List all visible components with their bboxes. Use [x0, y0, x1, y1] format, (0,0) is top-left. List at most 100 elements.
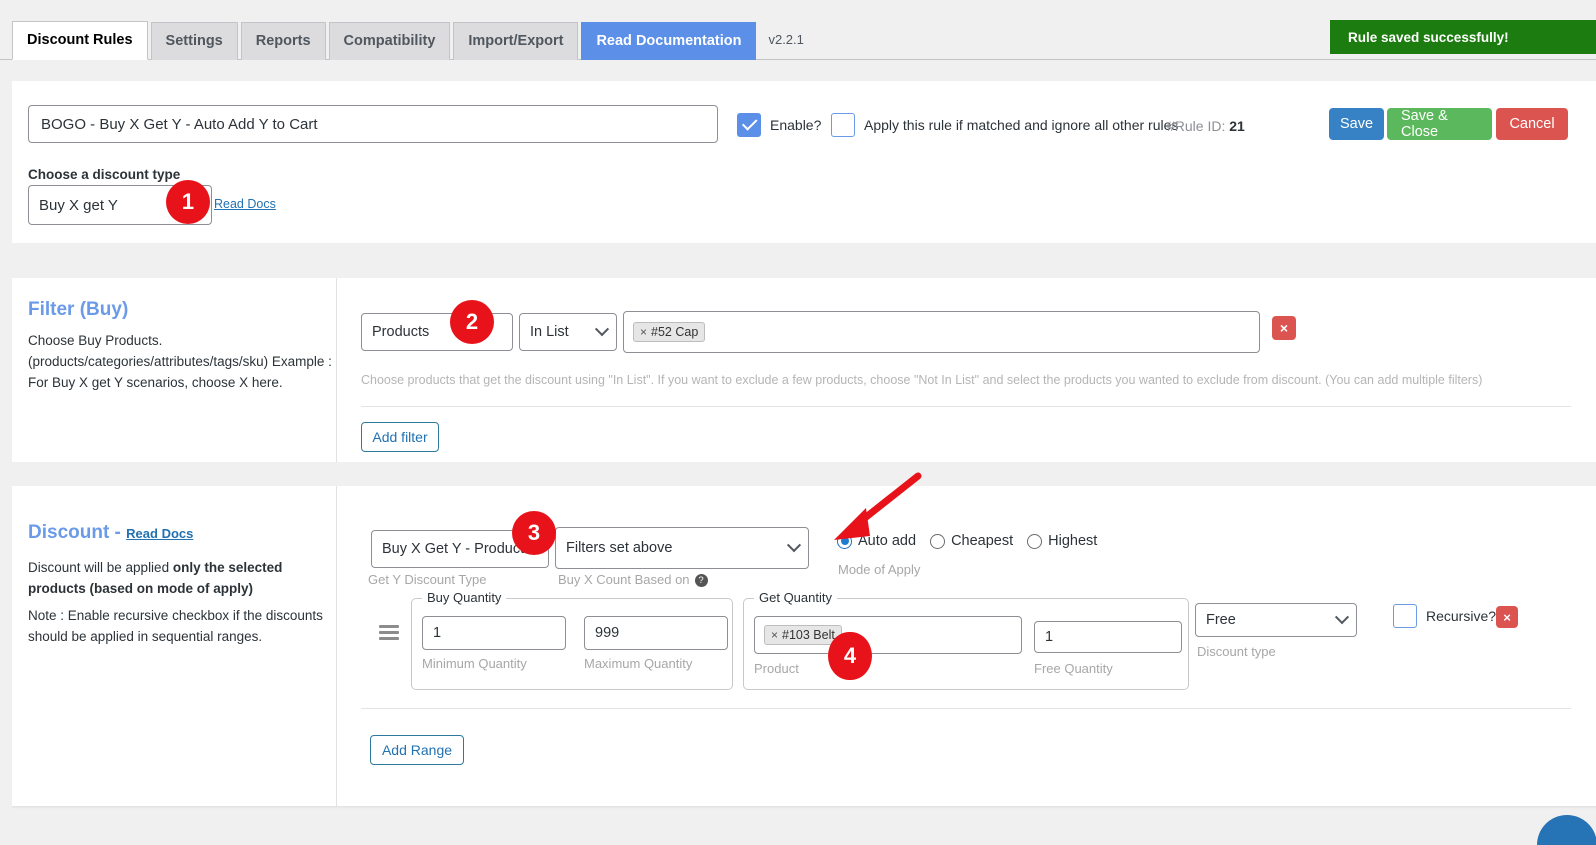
remove-filter-button[interactable]: ×	[1272, 316, 1296, 340]
chat-widget-button[interactable]	[1537, 815, 1596, 845]
radio-highest-label: Highest	[1048, 533, 1097, 549]
annotation-badge-2: 2	[450, 300, 494, 344]
tab-label: Discount Rules	[27, 32, 133, 48]
recursive-checkbox[interactable]	[1393, 604, 1417, 628]
radio-highest[interactable]	[1027, 534, 1042, 549]
token-item[interactable]: × #52 Cap	[633, 322, 705, 342]
minimum-quantity-label: Minimum Quantity	[422, 656, 527, 671]
discount-type-label: Choose a discount type	[28, 167, 180, 182]
read-docs-link-discount[interactable]: Read Docs	[126, 526, 193, 541]
panel-bottom-shadow	[12, 806, 1596, 809]
tab-settings[interactable]: Settings	[151, 22, 238, 60]
mode-of-apply-label: Mode of Apply	[838, 562, 920, 577]
help-icon[interactable]: ?	[695, 574, 708, 587]
buy-x-count-based-on-value: Filters set above	[566, 540, 672, 556]
success-notice: Rule saved successfully!	[1330, 20, 1596, 54]
mode-of-apply-radios: Auto add Cheapest Highest	[837, 533, 1097, 549]
tab-discount-rules[interactable]: Discount Rules	[12, 21, 148, 60]
annotation-badge-3: 3	[512, 511, 556, 555]
filter-method-select[interactable]: In List	[519, 313, 617, 351]
add-filter-button[interactable]: Add filter	[361, 422, 439, 452]
token-label: #103 Belt	[782, 628, 835, 642]
tab-reports[interactable]: Reports	[241, 22, 326, 60]
buy-quantity-legend: Buy Quantity	[422, 590, 506, 605]
get-quantity-legend: Get Quantity	[754, 590, 837, 605]
ignore-other-rules-checkbox[interactable]	[831, 113, 855, 137]
rule-id-prefix: #Rule ID:	[1167, 118, 1229, 134]
discount-description-prefix: Discount will be applied	[28, 560, 173, 575]
radio-auto-add-label: Auto add	[858, 533, 916, 549]
free-quantity-label: Free Quantity	[1034, 661, 1113, 676]
tab-import-export[interactable]: Import/Export	[453, 22, 578, 60]
radio-cheapest[interactable]	[930, 534, 945, 549]
filter-type-value: Products	[372, 324, 429, 340]
discount-description-2: Note : Enable recursive checkbox if the …	[28, 606, 333, 648]
get-product-tokens-input[interactable]: × #103 Belt	[754, 616, 1022, 654]
annotation-badge-4: 4	[828, 632, 872, 680]
annotation-badge-1: 1	[166, 180, 210, 224]
cancel-button[interactable]: Cancel	[1496, 108, 1568, 140]
get-quantity-fieldset: Get Quantity × #103 Belt Product Free Qu…	[743, 598, 1189, 690]
chevron-down-icon	[1335, 610, 1349, 624]
remove-range-button[interactable]: ×	[1496, 606, 1518, 628]
token-item[interactable]: × #103 Belt	[764, 625, 842, 645]
get-product-label: Product	[754, 661, 799, 676]
drag-handle-icon[interactable]	[379, 625, 399, 639]
buy-x-count-based-on-select[interactable]: Filters set above	[555, 527, 809, 569]
discount-section-title: Discount - Read Docs	[28, 522, 193, 544]
filter-help-text: Choose products that get the discount us…	[361, 373, 1541, 387]
enable-checkbox[interactable]	[737, 113, 761, 137]
save-button[interactable]: Save	[1329, 108, 1384, 140]
enable-rule-row[interactable]: Enable?	[737, 113, 821, 137]
token-remove-icon[interactable]: ×	[771, 628, 778, 642]
tab-label: Reports	[256, 33, 311, 49]
close-icon: ×	[1280, 320, 1288, 336]
maximum-quantity-label: Maximum Quantity	[584, 656, 692, 671]
plugin-settings-page: Discount Rules Settings Reports Compatib…	[0, 0, 1596, 845]
maximum-quantity-input[interactable]	[584, 616, 728, 650]
tab-compatibility[interactable]: Compatibility	[329, 22, 451, 60]
filter-method-value: In List	[530, 324, 569, 340]
save-and-close-button[interactable]: Save & Close	[1387, 108, 1492, 140]
tab-label: Import/Export	[468, 33, 563, 49]
discount-type-label: Discount type	[1197, 644, 1276, 659]
recursive-row[interactable]: Recursive?	[1393, 604, 1496, 628]
ignore-other-rules-label: Apply this rule if matched and ignore al…	[864, 117, 1178, 133]
chevron-down-icon	[595, 322, 609, 336]
minimum-quantity-input[interactable]	[422, 616, 566, 650]
rule-id: #Rule ID: 21	[1167, 118, 1245, 134]
discount-type-value: Free	[1206, 612, 1236, 628]
radio-cheapest-label: Cheapest	[951, 533, 1013, 549]
tab-label: Settings	[166, 33, 223, 49]
add-range-button[interactable]: Add Range	[370, 735, 464, 765]
free-quantity-input[interactable]	[1034, 621, 1182, 653]
success-notice-text: Rule saved successfully!	[1348, 30, 1509, 45]
filter-buy-panel: Filter (Buy) Choose Buy Products. (produ…	[12, 278, 1596, 462]
filter-section-title: Filter (Buy)	[28, 299, 128, 321]
ignore-other-rules-row[interactable]: Apply this rule if matched and ignore al…	[831, 113, 1178, 137]
read-docs-link-discount-type[interactable]: Read Docs	[214, 197, 276, 211]
close-icon: ×	[1503, 610, 1511, 625]
discount-title-text: Discount -	[28, 522, 121, 543]
version-label: v2.2.1	[768, 32, 803, 47]
rule-header-panel: Enable? Apply this rule if matched and i…	[12, 81, 1596, 243]
discount-description-1: Discount will be applied only the select…	[28, 558, 333, 600]
filter-products-tokens-input[interactable]: × #52 Cap	[623, 311, 1260, 353]
buy-x-count-based-on-label: Buy X Count Based on?	[558, 572, 708, 587]
rule-id-value: 21	[1229, 118, 1245, 134]
tab-read-documentation[interactable]: Read Documentation	[581, 22, 756, 60]
token-label: #52 Cap	[651, 325, 698, 339]
buy-quantity-fieldset: Buy Quantity Minimum Quantity Maximum Qu…	[411, 598, 733, 690]
buy-x-count-label-text: Buy X Count Based on	[558, 572, 690, 587]
discount-type-select[interactable]: Free	[1195, 603, 1357, 637]
tab-label: Compatibility	[344, 33, 436, 49]
radio-auto-add[interactable]	[837, 534, 852, 549]
discount-panel: Discount - Read Docs Discount will be ap…	[12, 486, 1596, 806]
filter-section-description: Choose Buy Products. (products/categorie…	[28, 331, 333, 394]
token-remove-icon[interactable]: ×	[640, 325, 647, 339]
rule-title-input[interactable]	[28, 105, 718, 143]
divider	[361, 708, 1571, 709]
chevron-down-icon	[787, 538, 801, 552]
enable-label: Enable?	[770, 117, 821, 133]
discount-type-value: Buy X get Y	[39, 197, 118, 214]
